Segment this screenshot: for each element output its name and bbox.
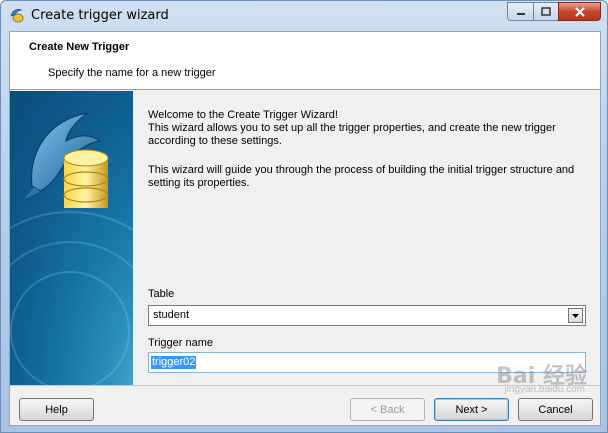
dolphin-app-icon bbox=[10, 8, 24, 23]
next-button[interactable]: Next > bbox=[434, 398, 509, 421]
intro-welcome: Welcome to the Create Trigger Wizard! bbox=[148, 109, 338, 121]
chevron-down-icon bbox=[572, 313, 579, 318]
minimize-button[interactable] bbox=[507, 2, 533, 21]
page-subtitle: Specify the name for a new trigger bbox=[48, 67, 216, 79]
wizard-window: Create trigger wizard Create New Trigger… bbox=[0, 0, 608, 433]
cancel-button[interactable]: Cancel bbox=[518, 398, 593, 421]
maximize-button[interactable] bbox=[533, 2, 558, 21]
maximize-icon bbox=[541, 7, 551, 16]
window-title: Create trigger wizard bbox=[31, 8, 169, 23]
window-controls bbox=[507, 2, 601, 21]
page-title: Create New Trigger bbox=[29, 41, 130, 53]
wizard-side-banner bbox=[10, 91, 133, 385]
table-select-value: student bbox=[153, 309, 190, 321]
table-select[interactable]: student bbox=[148, 305, 586, 326]
wizard-header: Create New Trigger Specify the name for … bbox=[10, 32, 600, 90]
close-button[interactable] bbox=[558, 2, 601, 21]
trigger-name-label: Trigger name bbox=[148, 337, 214, 349]
table-label: Table bbox=[148, 288, 175, 300]
dolphin-database-logo-icon bbox=[24, 112, 109, 208]
back-button[interactable]: < Back bbox=[350, 398, 425, 421]
help-button[interactable]: Help bbox=[19, 398, 94, 421]
watermark-url: jingyan.baidu.com bbox=[504, 384, 585, 395]
minimize-icon bbox=[516, 12, 525, 15]
wizard-content: Welcome to the Create Trigger Wizard! Th… bbox=[133, 91, 600, 385]
dropdown-button[interactable] bbox=[568, 308, 583, 323]
title-bar[interactable]: Create trigger wizard bbox=[1, 1, 607, 31]
trigger-name-value: trigger02 bbox=[151, 356, 197, 369]
intro-description: This wizard allows you to set up all the… bbox=[148, 122, 556, 147]
intro-guide: This wizard will guide you through the p… bbox=[148, 164, 575, 189]
close-icon bbox=[574, 6, 585, 17]
